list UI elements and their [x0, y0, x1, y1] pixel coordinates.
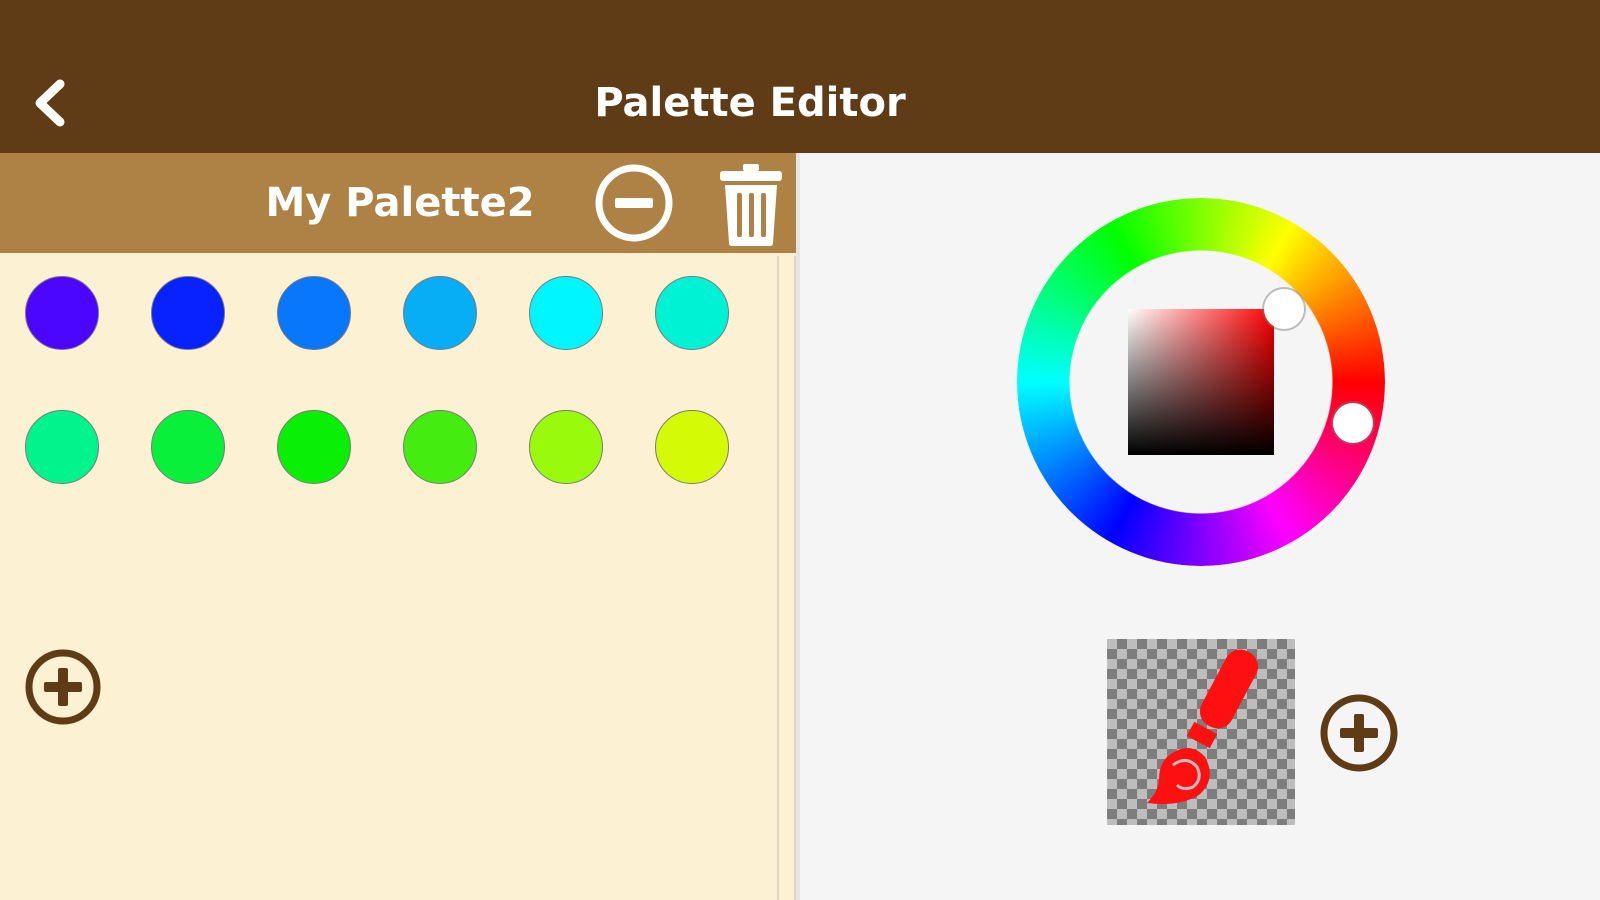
color-swatch[interactable] — [277, 410, 351, 484]
palette-scrollbar[interactable] — [777, 256, 796, 900]
trash-icon — [720, 164, 782, 246]
paintbrush-icon — [1147, 649, 1259, 804]
color-swatch[interactable] — [655, 410, 729, 484]
color-wheel — [1017, 198, 1385, 566]
swatch-grid — [0, 253, 780, 900]
color-swatch[interactable] — [151, 410, 225, 484]
remove-color-button[interactable] — [594, 163, 674, 243]
color-swatch[interactable] — [529, 276, 603, 350]
plus-circle-icon — [1320, 694, 1398, 772]
saturation-value-square[interactable] — [1128, 309, 1274, 455]
color-swatch[interactable] — [403, 276, 477, 350]
minus-circle-icon — [595, 164, 673, 242]
color-swatch[interactable] — [277, 276, 351, 350]
color-swatch[interactable] — [655, 276, 729, 350]
palette-name[interactable]: My Palette2 — [0, 175, 800, 231]
color-swatch[interactable] — [529, 410, 603, 484]
color-swatch[interactable] — [25, 410, 99, 484]
palette-header: My Palette2 — [0, 153, 800, 253]
color-swatch[interactable] — [151, 276, 225, 350]
add-color-to-palette-button[interactable] — [1319, 693, 1399, 773]
color-swatch[interactable] — [403, 410, 477, 484]
plus-circle-icon — [25, 649, 101, 725]
saturation-value-handle[interactable] — [1264, 289, 1304, 329]
delete-palette-button[interactable] — [716, 161, 786, 247]
color-preview — [1107, 639, 1295, 825]
color-swatch[interactable] — [25, 276, 99, 350]
add-swatch-button[interactable] — [24, 648, 102, 726]
palette-panel: My Palette2 — [0, 153, 800, 900]
page-title: Palette Editor — [594, 80, 906, 126]
color-picker-panel — [800, 153, 1600, 900]
top-bar: Palette Editor — [0, 0, 1600, 153]
hue-handle[interactable] — [1332, 402, 1373, 443]
